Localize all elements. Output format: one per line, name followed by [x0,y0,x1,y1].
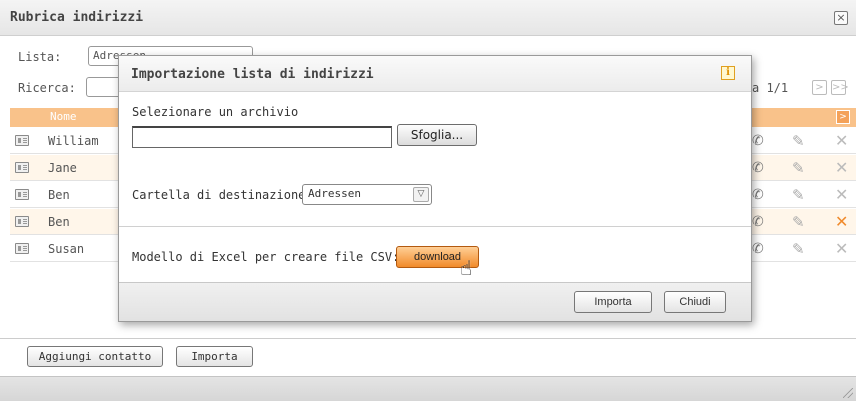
resize-grip-icon[interactable] [843,388,853,398]
dialog-title: Importazione lista di indirizzi [131,67,374,82]
import-dialog: Importazione lista di indirizzi i Selezi… [118,55,752,322]
close-icon[interactable]: × [834,11,848,25]
delete-icon[interactable]: ✕ [835,131,848,150]
phone-icon[interactable]: ✆ [752,187,764,203]
search-label: Ricerca: [18,81,76,95]
contact-name[interactable]: Ben [48,215,70,229]
destination-select[interactable]: Adressen ▽ [302,184,432,205]
contact-name[interactable]: Ben [48,188,70,202]
contact-card-icon [15,135,29,146]
info-icon[interactable]: i [721,66,735,80]
phone-icon[interactable]: ✆ [752,214,764,230]
pencil-icon[interactable]: ✎ [792,213,805,231]
dialog-close-button[interactable]: Chiudi [664,291,726,313]
phone-icon[interactable]: ✆ [752,133,764,149]
phone-icon[interactable]: ✆ [752,160,764,176]
excel-template-label: Modello di Excel per creare file CSV: [132,250,400,264]
hand-cursor-icon: ☝ [460,256,473,280]
title-bar: Rubrica indirizzi × [0,0,856,36]
pencil-icon[interactable]: ✎ [792,132,805,150]
footer-divider [0,338,856,339]
window-title: Rubrica indirizzi [10,10,144,25]
delete-icon[interactable]: ✕ [835,239,848,258]
phone-icon[interactable]: ✆ [752,241,764,257]
contact-card-icon [15,189,29,200]
contact-name[interactable]: William [48,134,99,148]
last-page-button[interactable]: >> [831,80,849,95]
file-path-input[interactable] [132,126,392,148]
pencil-icon[interactable]: ✎ [792,186,805,204]
destination-label: Cartella di destinazione [132,188,306,202]
status-bar [0,376,856,401]
add-contact-button[interactable]: Aggiungi contatto [27,346,163,367]
contact-card-icon [15,243,29,254]
contact-card-icon [15,216,29,227]
page-indicator: a 1/1 [752,81,789,95]
chevron-down-icon[interactable]: ▽ [413,187,429,202]
delete-icon[interactable]: ✕ [835,158,848,177]
contact-name[interactable]: Susan [48,242,84,256]
pencil-icon[interactable]: ✎ [792,240,805,258]
address-book-window: Rubrica indirizzi × Lista: Adressen Rice… [0,0,856,401]
column-header-name[interactable]: Nome [50,110,77,123]
contact-name[interactable]: Jane [48,161,77,175]
dialog-header: Importazione lista di indirizzi i [119,56,751,92]
list-label: Lista: [18,50,62,64]
pencil-icon[interactable]: ✎ [792,159,805,177]
contact-card-icon [15,162,29,173]
destination-value: Adressen [308,187,361,200]
next-page-button[interactable]: > [812,80,827,95]
select-file-label: Selezionare un archivio [132,105,299,119]
dialog-footer: Importa Chiudi [119,282,751,321]
delete-icon[interactable]: ✕ [835,212,848,231]
import-button[interactable]: Importa [176,346,253,367]
header-arrow-icon[interactable]: > [836,110,850,124]
browse-button[interactable]: Sfoglia... [397,124,477,146]
delete-icon[interactable]: ✕ [835,185,848,204]
dialog-divider [119,226,751,227]
dialog-import-button[interactable]: Importa [574,291,652,313]
